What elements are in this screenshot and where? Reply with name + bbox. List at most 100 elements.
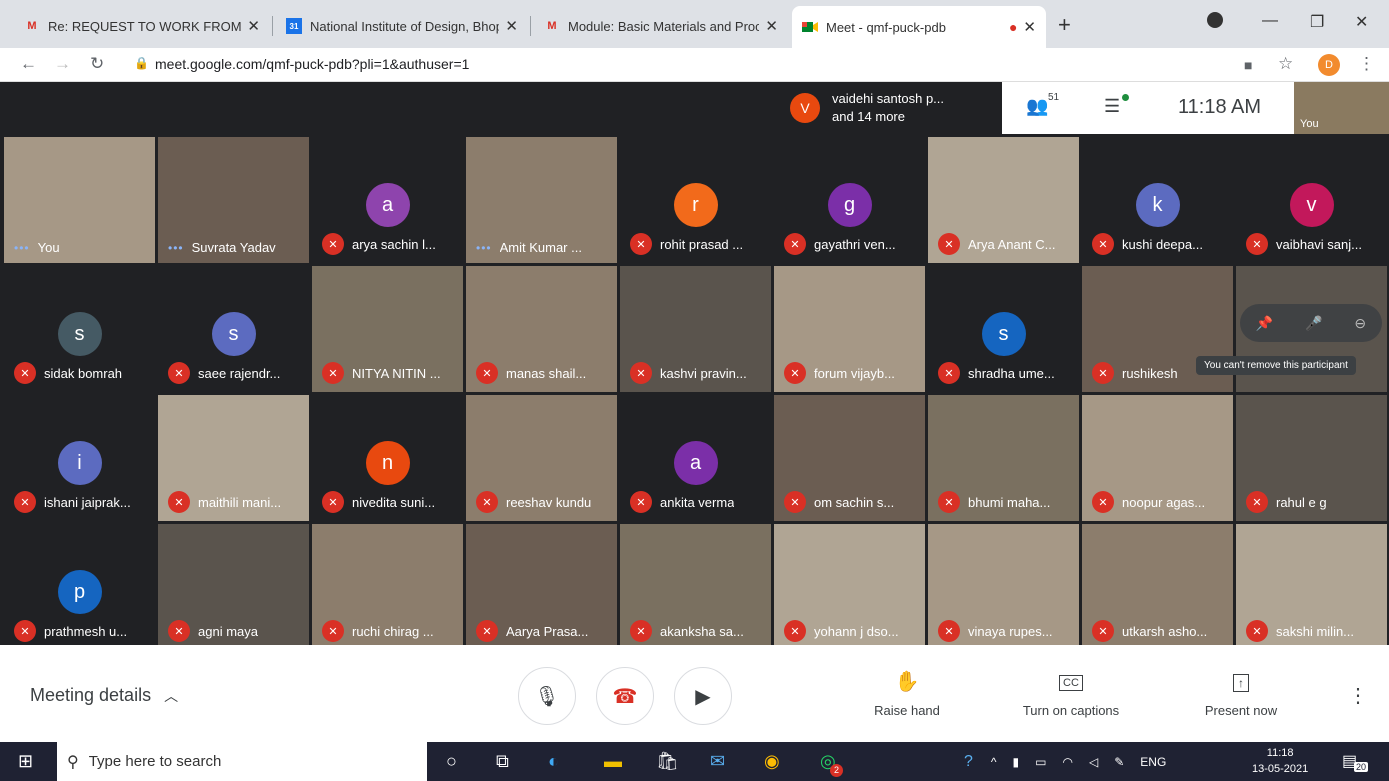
participant-tile[interactable]: v ✕ vaibhavi sanj... [1235, 136, 1388, 264]
present-button[interactable]: ↑ Present now [1176, 669, 1306, 718]
participant-tile[interactable]: ✕ yohann j dso... [773, 523, 926, 651]
chrome-icon[interactable]: ◉ [764, 751, 780, 772]
meeting-details-button[interactable]: Meeting details ︿ [30, 685, 178, 706]
raise-hand-button[interactable]: ✋ Raise hand [842, 669, 972, 718]
participant-name: arya sachin l... [352, 236, 436, 252]
more-options-icon[interactable]: ⋮ [1348, 683, 1368, 708]
self-view[interactable]: You [1294, 82, 1389, 134]
pen-icon[interactable]: ✎ [1114, 755, 1124, 769]
participant-tile[interactable]: ✕ vinaya rupes... [927, 523, 1080, 651]
participant-tile[interactable]: p ✕ prathmesh u... [3, 523, 156, 651]
people-icon[interactable]: 👥 [1026, 96, 1048, 117]
mic-off-icon: ✕ [1092, 233, 1114, 255]
lock-icon[interactable]: 🔒 [134, 56, 149, 70]
participant-tile[interactable]: ✕ Arya Anant C... [927, 136, 1080, 264]
menu-kebab-icon[interactable]: ⋮ [1358, 54, 1375, 74]
participant-tile[interactable]: ✕ reeshav kundu [465, 394, 618, 522]
participant-avatar: a [673, 441, 718, 485]
help-icon[interactable]: ? [964, 753, 973, 771]
windows-start-icon[interactable]: ⊞ [18, 751, 33, 772]
participant-tile[interactable]: ✕ NITYA NITIN ... [311, 265, 464, 393]
close-icon[interactable]: ✕ [505, 17, 518, 35]
participant-tile[interactable]: s ✕ shradha ume... [927, 265, 1080, 393]
tab-title: Module: Basic Materials and Proc [568, 18, 760, 34]
participant-tile[interactable]: ✕ forum vijayb... [773, 265, 926, 393]
participant-tile[interactable]: ••• You [3, 136, 156, 264]
participant-tile[interactable]: ✕ noopur agas... [1081, 394, 1234, 522]
participant-tile[interactable]: i ✕ ishani jaiprak... [3, 394, 156, 522]
wifi-icon[interactable]: ◠ [1063, 755, 1073, 769]
bookmark-star-icon[interactable]: ☆ [1278, 54, 1293, 74]
edge-icon[interactable]: ◐ [548, 751, 559, 772]
store-icon[interactable]: 🛍 [656, 751, 679, 772]
camera-icon[interactable]: ■ [1244, 57, 1252, 73]
tab-gmail-request[interactable]: M Re: REQUEST TO WORK FROM H ✕ [14, 8, 270, 44]
camera-button[interactable]: ▶ [674, 667, 732, 725]
participant-tile[interactable]: ••• Amit Kumar ... [465, 136, 618, 264]
remove-participant-icon[interactable]: ⊖ [1354, 315, 1366, 332]
mute-participant-icon[interactable]: 🎤 [1305, 315, 1322, 332]
participant-tile[interactable]: a ✕ arya sachin l... [311, 136, 464, 264]
url-field[interactable]: meet.google.com/qmf-puck-pdb?pli=1&authu… [155, 56, 469, 72]
participant-label: ✕ vaibhavi sanj... [1246, 233, 1383, 255]
participant-tile[interactable]: s ✕ sidak bomrah [3, 265, 156, 393]
file-explorer-icon[interactable]: ▬ [604, 751, 622, 772]
participant-tile[interactable]: ✕ akanksha sa... [619, 523, 772, 651]
participant-tile[interactable]: r ✕ rohit prasad ... [619, 136, 772, 264]
participant-avatar: v [1289, 183, 1334, 227]
window-close-icon[interactable]: ✕ [1355, 12, 1368, 32]
participant-tile[interactable]: ✕ utkarsh asho... [1081, 523, 1234, 651]
taskbar-search[interactable]: ⚲ Type here to search [57, 742, 427, 781]
recording-dot-icon: ● [1008, 19, 1018, 35]
system-clock[interactable]: 11:18 13-05-2021 [1252, 745, 1308, 777]
participant-name: sidak bomrah [44, 365, 123, 381]
tab-nid-calendar[interactable]: 31 National Institute of Design, Bhop ✕ [276, 8, 528, 44]
address-bar: ← → ↻ 🔒 meet.google.com/qmf-puck-pdb?pli… [0, 48, 1389, 82]
participant-tile[interactable]: ••• Suvrata Yadav [157, 136, 310, 264]
tab-meet[interactable]: Meet - qmf-puck-pdb ● ✕ [792, 6, 1046, 48]
chat-icon[interactable]: ☰ [1104, 96, 1120, 117]
minimize-icon[interactable]: — [1262, 12, 1278, 30]
reload-icon[interactable]: ↻ [90, 54, 104, 74]
back-icon[interactable]: ← [20, 54, 37, 74]
chevron-up-icon[interactable]: ^ [991, 755, 997, 769]
mic-off-icon: ✕ [630, 491, 652, 513]
restore-icon[interactable]: ❐ [1310, 12, 1324, 32]
participant-tile[interactable]: ✕ manas shail... [465, 265, 618, 393]
participant-tile[interactable]: ✕ ruchi chirag ... [311, 523, 464, 651]
volume-icon[interactable]: ◁ [1089, 755, 1098, 769]
participant-tile[interactable]: ✕ Aarya Prasa... [465, 523, 618, 651]
close-icon[interactable]: ✕ [247, 17, 260, 35]
participant-tile[interactable]: s ✕ saee rajendr... [157, 265, 310, 393]
participant-name: Aarya Prasa... [506, 623, 589, 639]
chat-badge [1122, 94, 1129, 101]
microphone-button[interactable]: 🎙 [518, 667, 576, 725]
participant-tile[interactable]: ✕ rahul e g [1235, 394, 1388, 522]
mail-icon[interactable]: ✉ [710, 751, 725, 772]
pin-icon[interactable]: 📌 [1256, 315, 1273, 332]
tab-gmail-module[interactable]: M Module: Basic Materials and Proc ✕ [534, 8, 788, 44]
new-tab-button[interactable]: + [1058, 12, 1071, 38]
participant-tile[interactable]: ✕ kashvi pravin... [619, 265, 772, 393]
participant-tile[interactable]: ✕ om sachin s... [773, 394, 926, 522]
participant-tile[interactable]: ✕ agni maya [157, 523, 310, 651]
network-icon[interactable]: ▭ [1035, 755, 1046, 769]
close-icon[interactable]: ✕ [1023, 18, 1036, 36]
captions-button[interactable]: CC Turn on captions [1006, 669, 1136, 718]
forward-icon[interactable]: → [54, 54, 71, 74]
battery-icon[interactable]: ▮ [1013, 755, 1020, 769]
profile-avatar[interactable]: D [1318, 54, 1340, 76]
participant-tile[interactable]: ✕ sakshi milin... [1235, 523, 1388, 651]
participant-tile[interactable]: n ✕ nivedita suni... [311, 394, 464, 522]
participant-tile[interactable]: k ✕ kushi deepa... [1081, 136, 1234, 264]
task-view-icon[interactable]: ⧉ [496, 751, 509, 772]
close-icon[interactable]: ✕ [765, 17, 778, 35]
participant-tile[interactable]: ✕ maithili mani... [157, 394, 310, 522]
cortana-icon[interactable]: ○ [446, 751, 457, 772]
participant-tile[interactable]: ✕ bhumi maha... [927, 394, 1080, 522]
leave-call-button[interactable]: ☎ [596, 667, 654, 725]
participant-tile[interactable]: g ✕ gayathri ven... [773, 136, 926, 264]
tab-search-icon[interactable] [1207, 12, 1223, 28]
language-indicator[interactable]: ENG [1140, 755, 1166, 769]
participant-tile[interactable]: a ✕ ankita verma [619, 394, 772, 522]
